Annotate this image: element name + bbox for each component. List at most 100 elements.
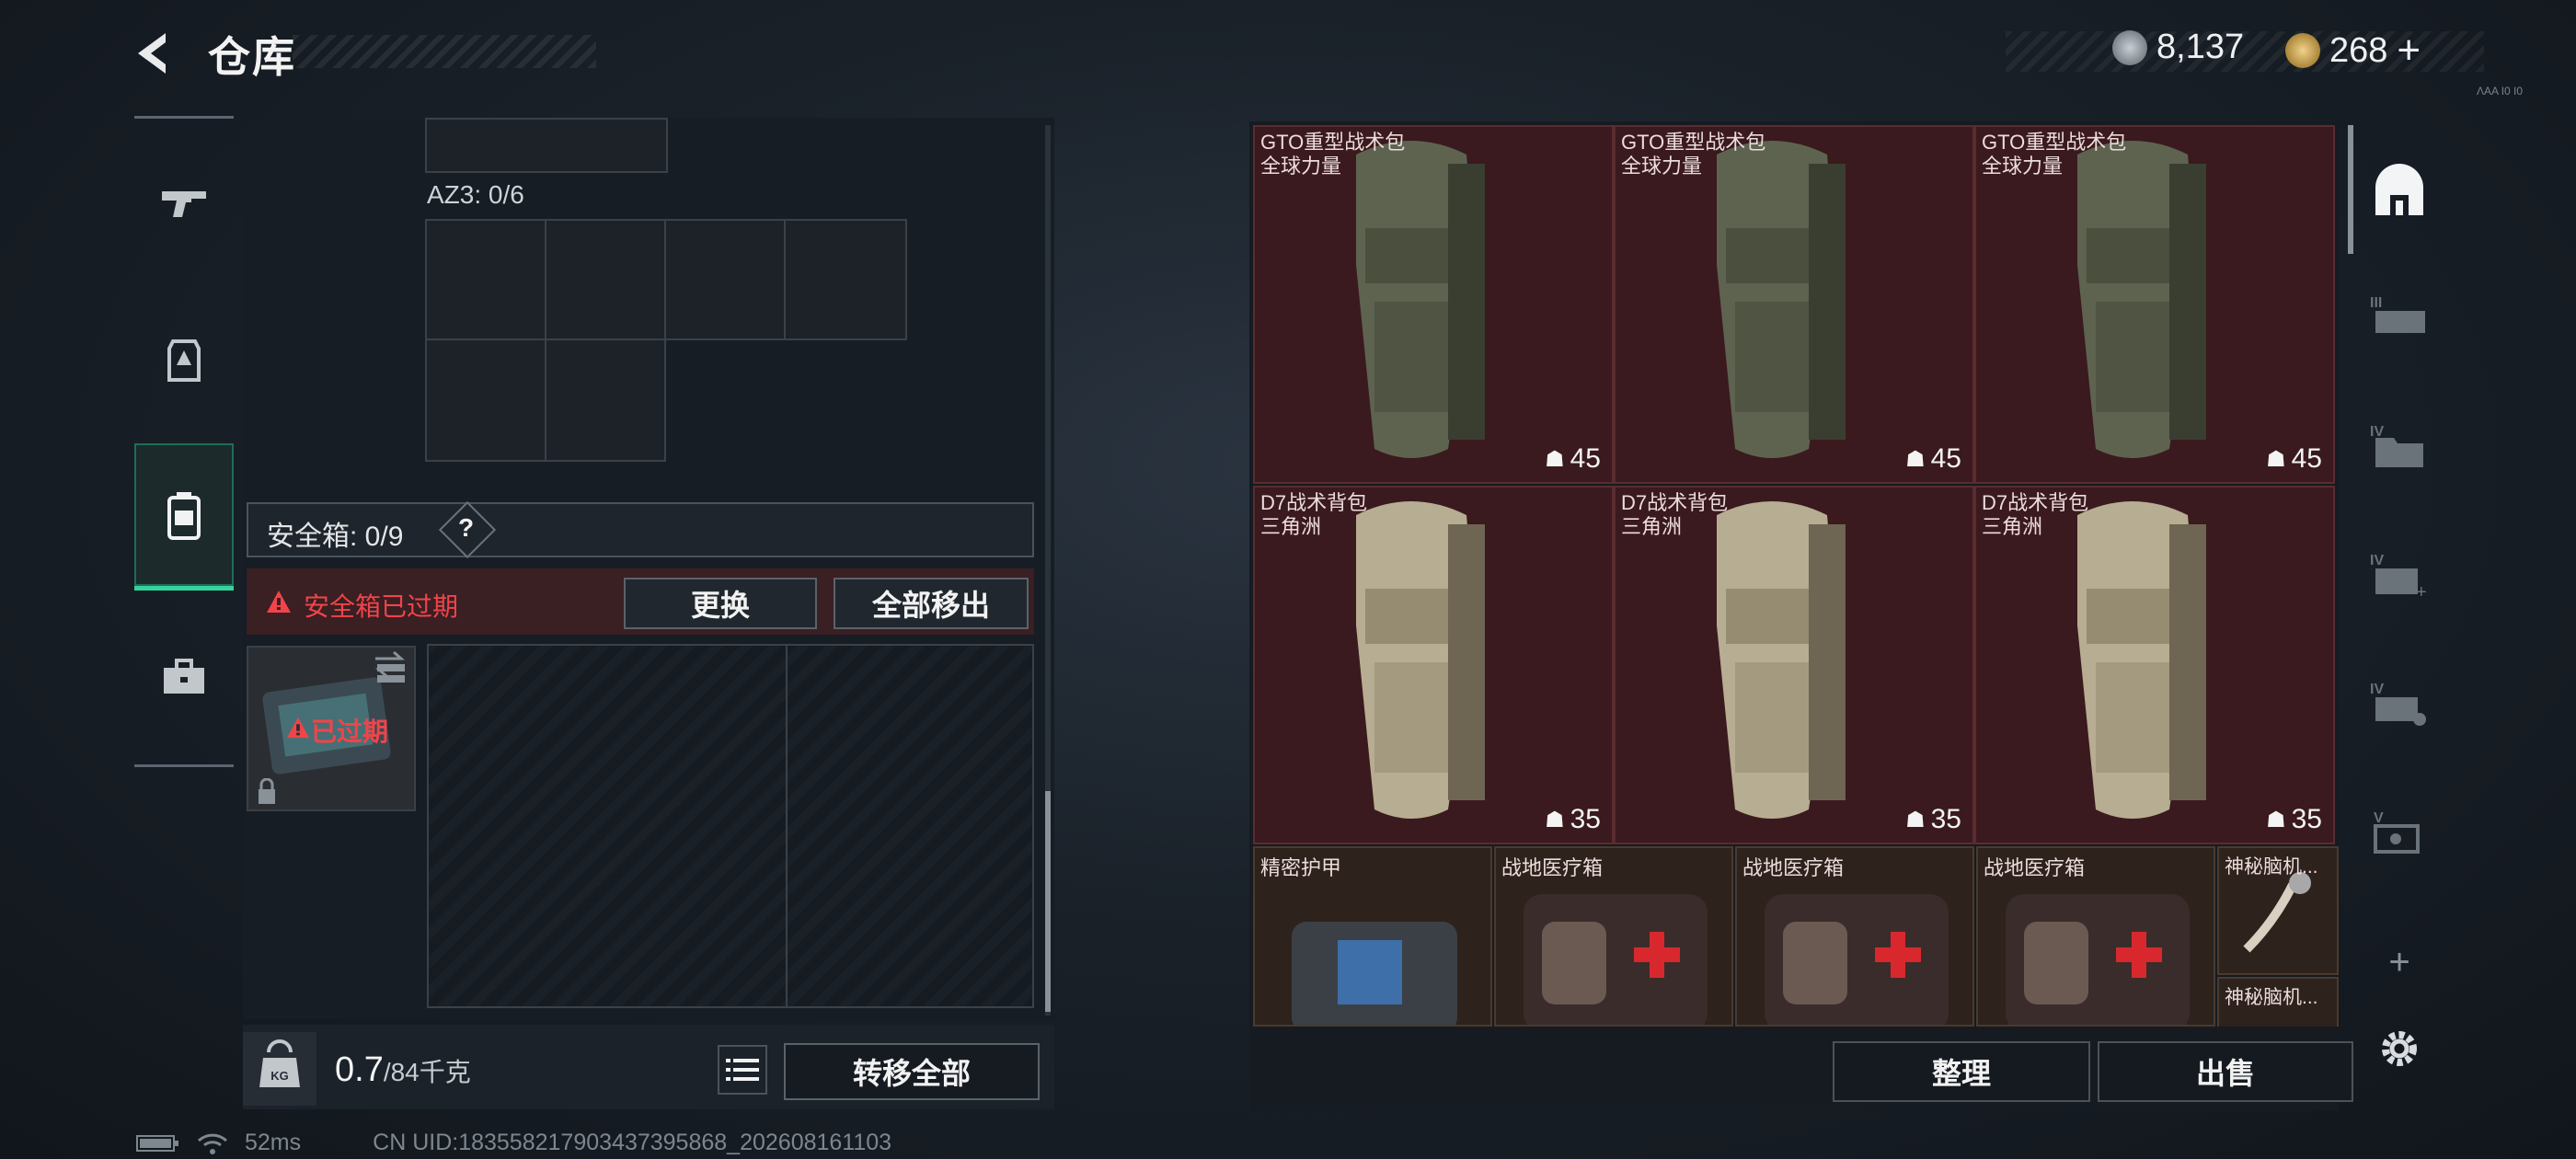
silver-coin-icon [2112,29,2147,65]
capacity-icon: ☗ [2266,446,2286,472]
expired-warning-text: 安全箱已过期 [304,592,459,621]
safe-box-label: 安全箱: 0/9 [267,522,404,552]
svg-text:V: V [2374,810,2384,826]
az3-label: AZ3: 0/6 [427,180,524,209]
item-name: 战地医疗箱 [1501,856,1604,879]
rail-item-backpack[interactable] [134,443,234,591]
svg-text:IV: IV [2370,424,2384,440]
weapon-icon [162,191,206,217]
wifi-icon [197,1133,228,1154]
svg-text:IV: IV [2370,682,2384,697]
capacity-icon: ☗ [1905,807,1926,832]
page-title: 仓库 [208,33,296,81]
item-slot[interactable]: 战地医疗箱 [1494,846,1733,1027]
item-slot[interactable]: 神秘脑机... [2217,977,2339,1027]
ping-text: 52ms [245,1130,302,1155]
svg-text:KG: KG [270,1069,289,1083]
item-slot[interactable]: GTO重型战术包 全球力量 ☗ 45 [1974,125,2335,484]
weight-icon-box: KG [243,1032,316,1106]
item-slot[interactable]: D7战术背包 三角洲 ☗ 35 [1974,486,2335,844]
grid-cell[interactable] [784,219,907,340]
grid-cell[interactable] [786,644,1034,1008]
item-name: D7战术背包 三角洲 [1982,491,2089,538]
stash-scrollbar-thumb[interactable] [2348,125,2353,254]
lock-icon [259,778,275,804]
title-decoration [293,35,596,68]
key-case-icon: V [2374,810,2420,854]
list-view-button[interactable] [718,1045,767,1095]
svg-text:III: III [2370,295,2382,311]
grid-cell[interactable] [664,219,786,340]
toolbox-icon [164,659,204,694]
list-icon [726,1059,759,1081]
item-name: GTO重型战术包 全球力量 [1982,131,2127,178]
version-tag: ΛΑΑ Ι0 Ι0 [2477,85,2524,98]
active-frame [134,443,234,586]
weight-max: /84千克 [383,1058,471,1086]
item-slot[interactable]: 战地医疗箱 [1735,846,1974,1027]
item-slot[interactable]: 神秘脑机... [2217,846,2339,975]
currency-premium[interactable]: 268 + [2285,28,2421,74]
tactical-backpack-image [1356,141,1485,458]
uid-text: CN UID:183558217903437395868_20260816110… [373,1130,892,1155]
item-slot[interactable]: D7战术背包 三角洲 ☗ 35 [1614,486,1974,844]
item-capacity: ☗ 35 [1905,804,1961,834]
kg-weight-icon: KG [259,1039,300,1087]
gold-triangle-coin-icon [2285,33,2320,68]
rail-item-toolbox[interactable] [134,603,234,751]
grid-cell[interactable] [545,219,666,340]
item-capacity: ☗ 45 [2266,443,2322,474]
sell-button[interactable]: 出售 [2098,1041,2353,1102]
swap-icon[interactable] [374,649,407,679]
item-capacity: ☗ 35 [1545,804,1601,834]
item-slot[interactable]: GTO重型战术包 全球力量 ☗ 45 [1253,125,1614,484]
item-name: 神秘脑机... [2225,856,2318,878]
item-slot[interactable]: 战地医疗箱 [1976,846,2215,1027]
item-capacity: ☗ 35 [2266,804,2322,834]
grid-cell[interactable] [425,339,546,462]
tab-level-4-ammo[interactable]: IV [2363,666,2436,740]
grid-cell[interactable] [545,339,666,462]
sort-button[interactable]: 整理 [1833,1041,2090,1102]
capacity-icon: ☗ [1545,807,1565,832]
folder-icon: IV [2370,424,2423,467]
grid-cell[interactable] [427,644,788,1008]
replace-button[interactable]: 更换 [624,578,817,629]
transfer-all-button[interactable]: 转移全部 [784,1043,1040,1100]
rail-item-weapons[interactable] [134,129,234,276]
rail-item-armor[interactable] [134,287,234,434]
grid-cell[interactable] [425,118,668,173]
settings-button[interactable] [2363,1012,2436,1085]
weight-current: 0.7 [335,1050,384,1089]
back-icon[interactable] [129,28,180,79]
tab-level-5[interactable]: V [2363,795,2436,868]
tab-level-4-medical[interactable]: IV + [2363,537,2436,611]
armor-vest-icon [167,339,201,382]
d7-backpack-image [2077,501,2206,819]
expired-warning-icon [286,717,310,739]
capacity-icon: ☗ [1545,446,1565,472]
item-slot[interactable]: D7战术背包 三角洲 ☗ 35 [1253,486,1614,844]
battery-icon [136,1134,178,1152]
item-slot[interactable]: GTO重型战术包 全球力量 ☗ 45 [1614,125,1974,484]
add-tab-button[interactable]: + [2363,925,2436,999]
svg-text:IV: IV [2370,553,2384,568]
tab-level-3[interactable]: III [2363,280,2436,353]
item-name: 精密护甲 [1260,856,1342,879]
add-currency-button[interactable]: + [2397,28,2421,74]
currency-coin: 8,137 [2112,28,2244,67]
stash-grid: GTO重型战术包 全球力量 ☗ 45 GTO重型战术包 全球力量 ☗ 45 GTO重型战… [1253,125,2339,1027]
stash-icon [2375,164,2423,215]
item-name: 神秘脑机... [2225,987,2318,1008]
tab-stash[interactable] [2363,155,2436,228]
item-name: GTO重型战术包 全球力量 [1621,131,1766,178]
item-slot[interactable]: 精密护甲 [1253,846,1492,1027]
container-scrollbar-thumb[interactable] [1045,791,1051,1012]
item-capacity: ☗ 45 [1545,443,1601,474]
grid-cell[interactable] [425,219,546,340]
d7-backpack-image [1356,501,1485,819]
tab-level-4-folder[interactable]: IV [2363,408,2436,482]
move-all-out-button[interactable]: 全部移出 [834,578,1029,629]
capacity-icon: ☗ [2266,807,2286,832]
warning-icon [267,591,291,613]
